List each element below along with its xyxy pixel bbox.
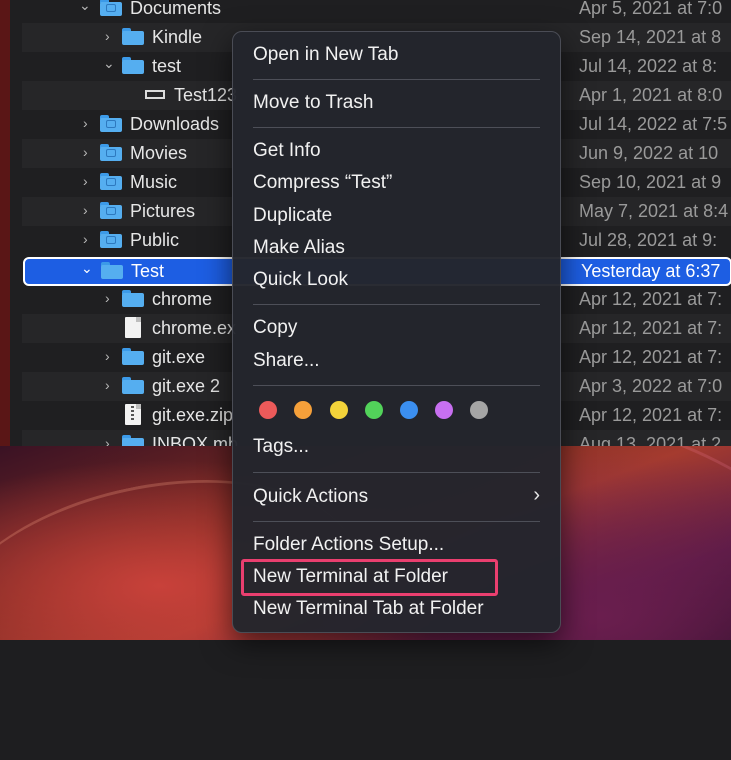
context-menu: Open in New Tab Move to Trash Get Info C… xyxy=(232,31,561,633)
movies-folder-icon xyxy=(100,144,122,161)
folder-icon xyxy=(122,348,144,365)
chevron-right-icon[interactable]: › xyxy=(83,203,93,217)
tag-red-dot[interactable] xyxy=(259,401,277,419)
row-date: Apr 3, 2022 at 7:0 xyxy=(579,376,723,396)
folder-icon xyxy=(122,435,144,446)
chevron-right-icon[interactable]: › xyxy=(105,29,115,43)
documents-folder-icon xyxy=(100,0,122,16)
row-date: Jul 14, 2022 at 7:5 xyxy=(579,114,728,134)
row-date: Yesterday at 6:37 xyxy=(581,261,721,281)
menu-separator xyxy=(253,472,540,473)
tag-yellow-dot[interactable] xyxy=(330,401,348,419)
annotation-highlight-box xyxy=(241,559,498,596)
row-name: Public xyxy=(130,230,180,250)
row-date: Sep 14, 2021 at 8 xyxy=(579,27,722,47)
tag-blue-dot[interactable] xyxy=(400,401,418,419)
row-date: Apr 5, 2021 at 7:0 xyxy=(579,0,723,18)
row-date: Apr 12, 2021 at 7: xyxy=(579,347,723,367)
row-date: Sep 10, 2021 at 9 xyxy=(579,172,722,192)
row-date: Apr 12, 2021 at 7: xyxy=(579,405,723,425)
chevron-right-icon[interactable]: › xyxy=(105,291,115,305)
tag-orange-dot[interactable] xyxy=(294,401,312,419)
menu-item-copy[interactable]: Copy xyxy=(253,317,297,343)
folder-icon xyxy=(122,377,144,394)
row-date: May 7, 2021 at 8:4 xyxy=(579,201,729,221)
menu-separator xyxy=(253,304,540,305)
tag-gray-dot[interactable] xyxy=(470,401,488,419)
chevron-down-icon[interactable]: ⌄ xyxy=(81,261,93,275)
row-date: Apr 1, 2021 at 8:0 xyxy=(579,85,723,105)
row-name: Movies xyxy=(130,143,188,163)
row-name: Documents xyxy=(130,0,222,18)
desktop-edge xyxy=(0,0,10,446)
row-date: Apr 12, 2021 at 7: xyxy=(579,318,723,338)
row-name: Test xyxy=(131,261,165,281)
tag-green-dot[interactable] xyxy=(365,401,383,419)
chevron-right-icon[interactable]: › xyxy=(105,349,115,363)
row-name: Test123 xyxy=(174,85,238,105)
menu-item-get-info[interactable]: Get Info xyxy=(253,140,321,166)
document-icon xyxy=(145,90,165,99)
row-date: Apr 12, 2021 at 7: xyxy=(579,289,723,309)
chevron-right-icon: › xyxy=(533,484,540,506)
chevron-right-icon[interactable]: › xyxy=(83,232,93,246)
row-name: git.exe 2 xyxy=(152,376,221,396)
menu-item-compress[interactable]: Compress “Test” xyxy=(253,172,392,198)
file-icon xyxy=(125,317,141,338)
downloads-folder-icon xyxy=(100,115,122,132)
folder-icon xyxy=(122,28,144,45)
menu-item-label: Quick Actions xyxy=(253,486,369,507)
menu-separator xyxy=(253,79,540,80)
menu-separator xyxy=(253,521,540,522)
row-name: Kindle xyxy=(152,27,203,47)
chevron-down-icon[interactable]: ⌄ xyxy=(103,56,115,70)
folder-icon xyxy=(122,57,144,74)
row-date: Jun 9, 2022 at 10 xyxy=(579,143,719,163)
row-name: Music xyxy=(130,172,178,192)
list-row-documents[interactable]: ⌄ Documents Apr 5, 2021 at 7:0 xyxy=(22,0,731,23)
chevron-right-icon[interactable]: › xyxy=(105,436,115,446)
folder-icon xyxy=(122,290,144,307)
menu-separator xyxy=(253,127,540,128)
pictures-folder-icon xyxy=(100,202,122,219)
menu-item-quick-actions[interactable]: Quick Actions › xyxy=(253,484,540,512)
chevron-right-icon[interactable]: › xyxy=(83,174,93,188)
chevron-right-icon[interactable]: › xyxy=(105,378,115,392)
menu-separator xyxy=(253,385,540,386)
zip-file-icon xyxy=(125,404,141,425)
chevron-down-icon[interactable]: ⌄ xyxy=(79,0,91,12)
row-name: INBOX.mb xyxy=(152,434,239,446)
row-date: Jul 14, 2022 at 8: xyxy=(579,56,718,76)
menu-item-share[interactable]: Share... xyxy=(253,350,320,376)
menu-item-quick-look[interactable]: Quick Look xyxy=(253,269,348,295)
row-name: Downloads xyxy=(130,114,220,134)
menu-item-move-to-trash[interactable]: Move to Trash xyxy=(253,92,373,118)
row-name: chrome xyxy=(152,289,213,309)
menu-item-new-terminal-tab-at-folder[interactable]: New Terminal Tab at Folder xyxy=(253,598,484,624)
chevron-right-icon[interactable]: › xyxy=(83,145,93,159)
menu-item-duplicate[interactable]: Duplicate xyxy=(253,205,332,231)
row-date: Jul 28, 2021 at 9: xyxy=(579,230,718,250)
row-date: Aug 13, 2021 at 2 xyxy=(579,434,722,446)
row-name: git.exe.zip xyxy=(152,405,234,425)
menu-item-make-alias[interactable]: Make Alias xyxy=(253,237,345,263)
menu-item-open-new-tab[interactable]: Open in New Tab xyxy=(253,44,398,70)
public-folder-icon xyxy=(100,231,122,248)
music-folder-icon xyxy=(100,173,122,190)
menu-item-folder-actions-setup[interactable]: Folder Actions Setup... xyxy=(253,534,444,560)
row-name: chrome.ex xyxy=(152,318,237,338)
row-name: git.exe xyxy=(152,347,206,367)
folder-icon xyxy=(101,262,123,279)
menu-item-tags[interactable]: Tags... xyxy=(253,436,309,462)
row-name: test xyxy=(152,56,182,76)
tag-purple-dot[interactable] xyxy=(435,401,453,419)
chevron-right-icon[interactable]: › xyxy=(83,116,93,130)
row-name: Pictures xyxy=(130,201,196,221)
